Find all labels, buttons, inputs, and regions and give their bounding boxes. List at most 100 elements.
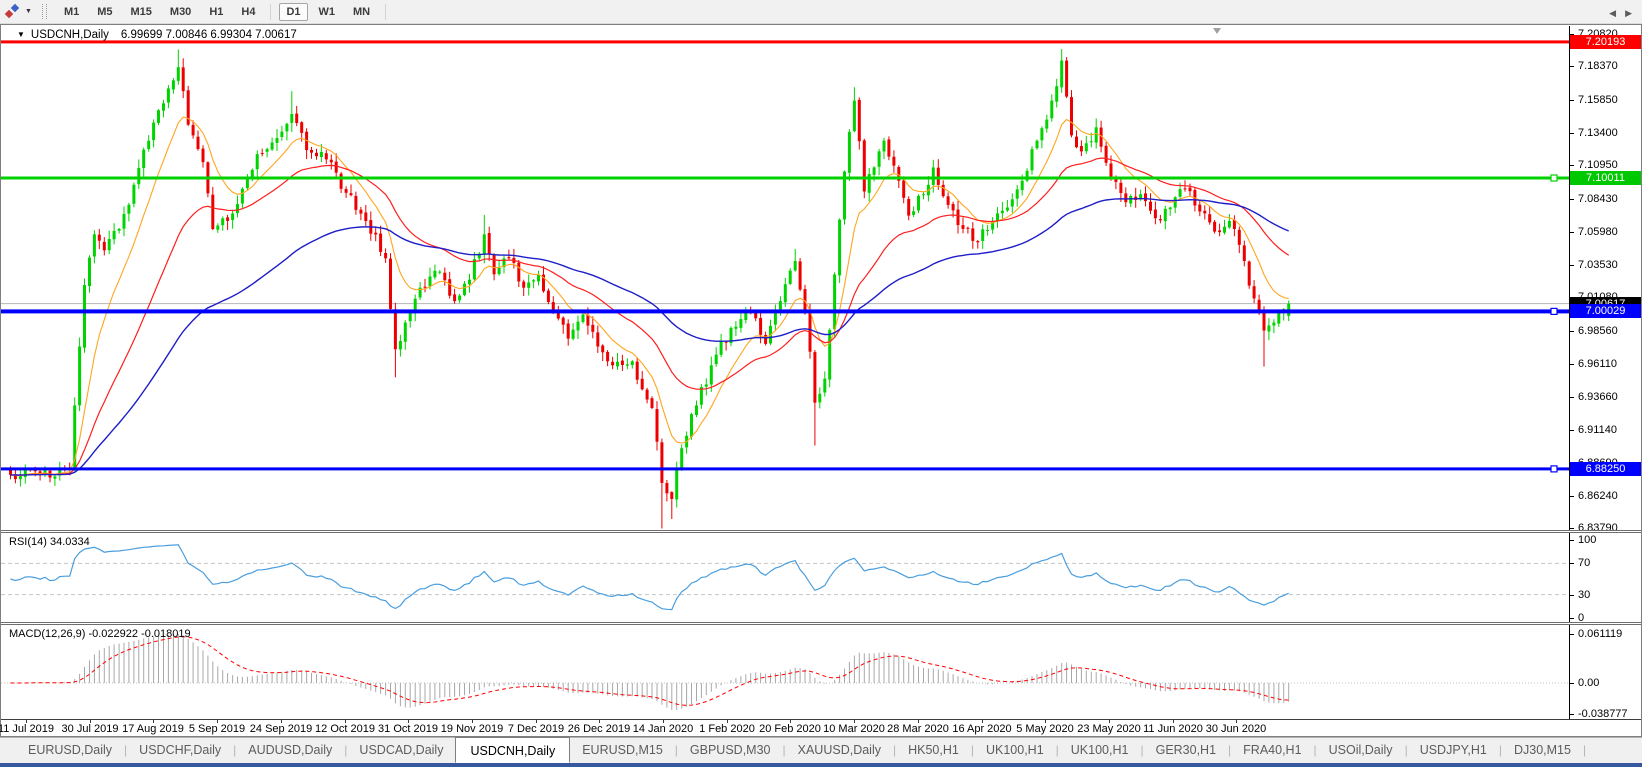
toolbar-grip[interactable]	[42, 4, 47, 19]
price-tick-label: 7.18370	[1578, 60, 1618, 72]
date-label: 5 May 2020	[1016, 723, 1073, 735]
macd-tick-label: 0.00	[1578, 677, 1599, 689]
macd-histogram	[11, 634, 1289, 710]
date-label: 11 Jul 2019	[0, 723, 54, 735]
chart-tab-usdjpy-h1[interactable]: USDJPY,H1	[1408, 738, 1499, 763]
ma-mid-line	[11, 158, 1289, 475]
price-tick-label: 6.91140	[1578, 424, 1617, 436]
rsi-tick-label: 30	[1578, 589, 1590, 601]
chevron-down-icon[interactable]: ▼	[25, 8, 32, 15]
timeframe-buttons: M1M5 M15M30H1H4 D1 W1MN	[55, 3, 392, 21]
price-badge: 6.88250	[1570, 462, 1641, 476]
price-badge: 7.10011	[1570, 171, 1641, 185]
price-tick-label: 7.08430	[1578, 193, 1618, 205]
price-tick-label: 6.96110	[1578, 358, 1617, 370]
chart-tab-fra40-h1[interactable]: FRA40,H1	[1231, 738, 1313, 763]
date-label: 1 Feb 2020	[699, 723, 755, 735]
horizontal-line-7.00029[interactable]	[1, 309, 1569, 313]
chart-tab-dj30-m15[interactable]: DJ30,M15	[1502, 738, 1583, 763]
tab-scroll-left-icon[interactable]: ◀	[1609, 8, 1616, 18]
price-badge: 7.00029	[1570, 304, 1641, 318]
chart-tab-usoil-daily[interactable]: USOil,Daily	[1317, 738, 1405, 763]
date-label: 10 Mar 2020	[823, 723, 885, 735]
chart-title: ▼ USDCNH,Daily 6.99699 7.00846 6.99304 7.0…	[17, 29, 297, 41]
rsi-plot[interactable]	[1, 533, 1569, 622]
timeframe-button-mn[interactable]: MN	[346, 3, 377, 21]
date-label: 5 Sep 2019	[189, 723, 245, 735]
candles	[9, 49, 1290, 528]
horizontal-line-7.10011[interactable]	[1, 177, 1569, 180]
macd-tick-label: 0.061119	[1578, 628, 1622, 640]
rsi-tick-label: 100	[1578, 534, 1596, 546]
timeframe-button-m30[interactable]: M30	[163, 3, 198, 21]
price-badge: 7.20193	[1570, 35, 1641, 49]
price-tick-label: 7.03530	[1578, 259, 1618, 271]
date-label: 30 Jul 2019	[62, 723, 119, 735]
date-label: 30 Jun 2020	[1206, 723, 1267, 735]
timeframe-button-m5[interactable]: M5	[90, 3, 119, 21]
line-handle[interactable]	[1551, 175, 1557, 181]
macd-plot[interactable]	[1, 625, 1569, 719]
chart-tab-ger30-h1[interactable]: GER30,H1	[1144, 738, 1228, 763]
rsi-pane[interactable]: RSI(14) 34.0334 10070300	[1, 533, 1641, 622]
line-handle[interactable]	[1551, 466, 1557, 472]
date-label: 23 May 2020	[1077, 723, 1141, 735]
timeframe-button-m1[interactable]: M1	[57, 3, 86, 21]
macd-signal-line	[11, 637, 1289, 706]
timeframe-button-h4[interactable]: H4	[234, 3, 262, 21]
timeframe-button-w1[interactable]: W1	[312, 3, 343, 21]
chart-tab-uk100-h1[interactable]: UK100,H1	[974, 738, 1056, 763]
chart-tab-xauusd-daily[interactable]: XAUUSD,Daily	[786, 738, 893, 763]
macd-pane[interactable]: MACD(12,26,9) -0.022922 -0.018019 0.0611…	[1, 625, 1641, 719]
main-chart-pane[interactable]: ▼ USDCNH,Daily 6.99699 7.00846 6.99304 7.0…	[1, 26, 1641, 530]
rsi-label: RSI(14) 34.0334	[9, 536, 90, 548]
tab-separator: |	[1583, 738, 1586, 763]
chart-tab-audusd-daily[interactable]: AUDUSD,Daily	[236, 738, 344, 763]
tab-scroll-arrows: ◀▶	[1600, 8, 1632, 19]
chart-tab-eurusd-daily[interactable]: EURUSD,Daily	[16, 738, 124, 763]
price-tick-label: 6.83790	[1578, 522, 1618, 530]
timeframe-toolbar: ▼ M1M5 M15M30H1H4 D1 W1MN	[0, 0, 1642, 24]
date-label: 14 Jan 2020	[633, 723, 694, 735]
chart-tab-eurusd-m15[interactable]: EURUSD,M15	[570, 738, 675, 763]
ohlc-values: 6.99699 7.00846 6.99304 7.00617	[121, 29, 297, 41]
rsi-axis-line	[1569, 533, 1570, 622]
date-label: 26 Dec 2019	[568, 723, 630, 735]
chart-tab-usdcnh-daily[interactable]: USDCNH,Daily	[455, 737, 570, 763]
timeframe-button-h1[interactable]: H1	[202, 3, 230, 21]
chart-tab-usdcad-daily[interactable]: USDCAD,Daily	[347, 738, 455, 763]
tab-scroll-right-icon[interactable]: ▶	[1625, 8, 1632, 18]
date-label: 24 Sep 2019	[250, 723, 312, 735]
price-tick-label: 7.15850	[1578, 94, 1618, 106]
chart-tab-uk100-h1[interactable]: UK100,H1	[1059, 738, 1141, 763]
date-label: 7 Dec 2019	[508, 723, 564, 735]
price-tick-label: 7.10950	[1578, 159, 1618, 171]
date-axis: 11 Jul 201930 Jul 201917 Aug 20195 Sep 2…	[1, 719, 1641, 736]
chart-tool-icon[interactable]	[4, 4, 21, 20]
line-handle[interactable]	[1551, 308, 1557, 314]
taskbar-edge	[0, 763, 1642, 767]
chart-tab-hk50-h1[interactable]: HK50,H1	[896, 738, 971, 763]
date-label: 12 Oct 2019	[315, 723, 375, 735]
chart-tab-usdchf-daily[interactable]: USDCHF,Daily	[127, 738, 233, 763]
timeframe-button-m15[interactable]: M15	[124, 3, 159, 21]
price-tick-label: 6.98560	[1578, 325, 1618, 337]
rsi-tick-label: 0	[1578, 612, 1584, 622]
chart-tab-bar: EURUSD,Daily|USDCHF,Daily|AUDUSD,Daily|U…	[0, 737, 1642, 763]
date-label: 20 Feb 2020	[759, 723, 821, 735]
symbol-label: USDCNH,Daily	[31, 29, 109, 41]
price-tick-label: 7.05980	[1578, 226, 1618, 238]
rsi-line	[11, 545, 1289, 610]
horizontal-line-6.8825[interactable]	[1, 467, 1569, 470]
chart-tab-gbpusd-m30[interactable]: GBPUSD,M30	[678, 738, 783, 763]
mt4-application: ▼ M1M5 M15M30H1H4 D1 W1MN ▼ USDCNH,Daily 6.99…	[0, 0, 1642, 767]
price-tick-label: 6.93660	[1578, 391, 1618, 403]
toolbar-separator	[385, 4, 386, 20]
chart-shift-marker[interactable]	[1213, 28, 1221, 34]
macd-axis-line	[1569, 625, 1570, 719]
date-label: 11 Jun 2020	[1143, 723, 1203, 735]
timeframe-button-d1[interactable]: D1	[279, 3, 307, 21]
collapse-caret-icon[interactable]: ▼	[17, 30, 25, 39]
toolbar-separator	[270, 4, 271, 20]
main-chart-plot[interactable]	[1, 26, 1569, 530]
